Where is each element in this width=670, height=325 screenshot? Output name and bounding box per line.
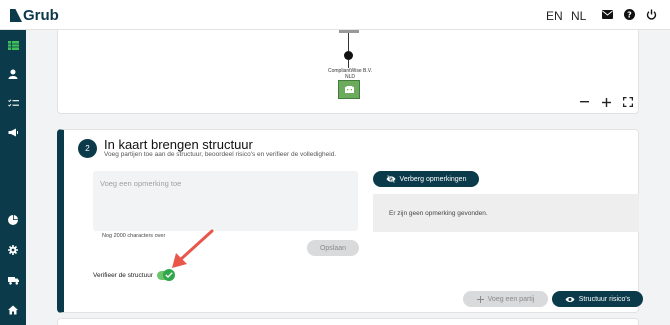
hide-remarks-button[interactable]: Verberg opmerkingen — [373, 171, 479, 187]
verify-structure-label: Verifieer de structuur — [93, 272, 153, 279]
checklist-icon — [7, 98, 19, 107]
sidebar-item-announcements[interactable] — [0, 122, 26, 142]
entity-node-box[interactable] — [338, 80, 360, 99]
sidebar-item-delivery[interactable] — [0, 270, 26, 290]
help-icon[interactable]: ? — [623, 8, 635, 20]
mail-icon[interactable] — [601, 8, 613, 20]
home-icon — [8, 305, 18, 315]
user-icon — [8, 69, 18, 79]
logo-text: Grub — [23, 7, 59, 24]
add-party-button[interactable]: Voeg een partij — [463, 291, 548, 307]
top-bar: Grub EN NL ? — [0, 0, 670, 30]
annotation-arrow-icon — [172, 229, 214, 268]
power-icon[interactable] — [645, 8, 657, 20]
delivery-truck-icon — [7, 276, 19, 285]
megaphone-icon — [8, 128, 18, 136]
no-remarks-message: Er zijn geen opmerking gevonden. — [373, 194, 639, 232]
tree-node-label: CompliantWise B.V. NLD — [320, 68, 380, 80]
plus-icon — [601, 97, 611, 107]
plus-icon — [476, 295, 484, 303]
sidebar-item-table[interactable] — [0, 35, 26, 55]
tree-line-lower — [348, 60, 349, 68]
sidebar-item-home[interactable] — [0, 300, 26, 320]
risk-structure-label: Structuur risico's — [578, 295, 631, 303]
building-icon — [344, 86, 354, 93]
svg-text:?: ? — [627, 10, 632, 19]
step-number-badge: 2 — [78, 139, 97, 158]
structure-preview-panel: CompliantWise B.V. NLD — [57, 30, 639, 114]
language-nl-button[interactable]: NL — [571, 9, 586, 23]
tree-connector-top — [339, 30, 359, 33]
risk-structure-button[interactable]: Structuur risico's — [552, 291, 643, 307]
minus-icon — [579, 101, 589, 103]
zoom-in-button[interactable] — [600, 96, 612, 108]
hide-remarks-label: Verberg opmerkingen — [399, 175, 467, 183]
tree-node-dot[interactable] — [344, 51, 353, 60]
sidebar-item-checklist[interactable] — [0, 93, 26, 113]
tree-line-upper — [348, 33, 349, 51]
eye-slash-icon — [386, 175, 396, 183]
pie-chart-icon — [8, 215, 18, 225]
add-party-label: Voeg een partij — [487, 295, 535, 303]
step-title: In kaart brengen structuur — [104, 137, 253, 152]
sidebar — [0, 30, 26, 325]
sidebar-item-reports[interactable] — [0, 210, 26, 230]
app-logo[interactable]: Grub — [10, 7, 59, 24]
logo-mark-icon — [10, 9, 22, 22]
step-subtitle: Voeg partijen toe aan de structuur, beoo… — [104, 151, 337, 158]
language-en-button[interactable]: EN — [546, 9, 563, 23]
zoom-out-button[interactable] — [578, 96, 590, 108]
char-count: Nog 2000 characters over — [102, 233, 166, 239]
gear-icon — [8, 245, 18, 255]
fullscreen-icon — [623, 97, 633, 107]
sidebar-item-settings[interactable] — [0, 240, 26, 260]
step-structure-panel: 2 In kaart brengen structuur Voeg partij… — [57, 129, 643, 313]
eye-icon — [565, 296, 575, 302]
table-icon — [7, 40, 19, 50]
save-button[interactable]: Opslaan — [307, 240, 359, 256]
next-step-panel — [57, 318, 639, 325]
remark-textarea[interactable] — [93, 171, 358, 231]
sidebar-item-user[interactable] — [0, 64, 26, 84]
fullscreen-button[interactable] — [622, 96, 634, 108]
